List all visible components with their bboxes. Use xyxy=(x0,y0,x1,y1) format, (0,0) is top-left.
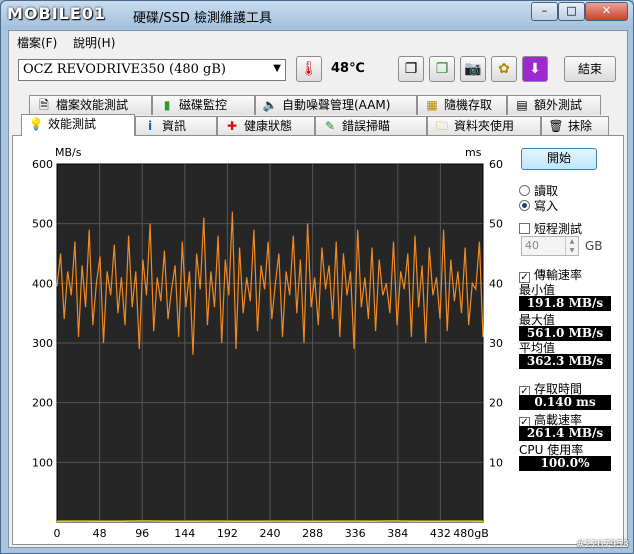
menu-file[interactable]: 檔案(F) xyxy=(17,34,57,51)
x-tick-label: 144 xyxy=(174,527,195,540)
app-window: MOBILE01 硬碟/SSD 檢測維護工具 – □ ✕ 檔案(F) 說明(H)… xyxy=(0,0,634,554)
y-right-tick-label: 50 xyxy=(489,218,503,231)
camera-icon[interactable]: 📷 xyxy=(460,56,486,82)
trash-icon: 🗑 xyxy=(548,119,564,133)
info-icon: i xyxy=(147,119,153,133)
start-button[interactable]: 開始 xyxy=(521,148,597,170)
tab-error-scan[interactable]: ✎ 錯誤掃瞄 xyxy=(315,116,427,136)
y-right-tick-label: 10 xyxy=(489,456,503,469)
exit-button[interactable]: 結束 xyxy=(564,56,616,82)
control-sidebar: 開始 讀取 寫入 短程測試 40 ▲ ▼ GB ✓ 傳輸速率 最小值 191.8 M… xyxy=(513,136,623,544)
y-left-tick-label: 200 xyxy=(32,397,53,410)
temperature-readout: 48℃ xyxy=(331,61,365,76)
watermark-text: #2207953 xyxy=(576,539,629,550)
write-radio-dot[interactable] xyxy=(519,200,530,211)
x-tick-label: 480gB xyxy=(453,527,489,540)
y-right-tick-label: 30 xyxy=(489,337,503,350)
write-radio[interactable]: 寫入 xyxy=(519,197,558,214)
tools-icon[interactable]: ✿ xyxy=(491,56,517,82)
burst-rate-value: 261.4 MB/s xyxy=(519,426,611,441)
chevron-down-icon: ▼ xyxy=(273,63,281,74)
left-axis-unit: MB/s xyxy=(55,146,82,159)
x-tick-label: 288 xyxy=(302,527,323,540)
tab-erase[interactable]: 🗑 抹除 xyxy=(541,116,609,136)
menu-help[interactable]: 說明(H) xyxy=(73,34,115,51)
tab-aam[interactable]: 🔈 自動噪聲管理(AAM) xyxy=(255,95,417,115)
min-value: 191.8 MB/s xyxy=(519,296,611,311)
menu-bar: 檔案(F) 說明(H) xyxy=(9,31,627,51)
short-test-checkbox[interactable]: 短程測試 xyxy=(519,220,582,237)
short-test-box[interactable] xyxy=(519,223,530,234)
size-spinner-value: 40 xyxy=(525,239,539,252)
tab-disk-monitor[interactable]: ▮ 磁碟監控 xyxy=(152,95,255,115)
bulb-icon: 💡 xyxy=(28,117,44,131)
tab-file-benchmark[interactable]: 🗎 檔案效能測試 xyxy=(29,95,152,115)
download-icon[interactable]: ⬇ xyxy=(522,56,548,82)
folder-icon: 🗀 xyxy=(435,119,448,133)
y-left-tick-label: 100 xyxy=(32,456,53,469)
y-left-tick-label: 300 xyxy=(32,337,53,350)
x-tick-label: 336 xyxy=(345,527,366,540)
y-right-tick-label: 40 xyxy=(489,277,503,290)
tab-benchmark[interactable]: 💡 效能測試 xyxy=(21,114,135,136)
maximize-button[interactable]: □ xyxy=(558,2,585,21)
title-bar[interactable]: MOBILE01 硬碟/SSD 檢測維護工具 – □ ✕ xyxy=(1,1,633,29)
drive-select-value: OCZ REVODRIVE350 (480 gB) xyxy=(23,62,226,77)
disk-monitor-icon: ▮ xyxy=(163,98,171,112)
right-axis-unit: ms xyxy=(465,146,482,159)
error-scan-icon: ✎ xyxy=(324,119,336,133)
app-logo: MOBILE01 xyxy=(7,4,107,23)
extra-tests-icon: ▤ xyxy=(516,98,528,112)
cpu-value: 100.0% xyxy=(519,456,611,471)
window-title: 硬碟/SSD 檢測維護工具 xyxy=(133,11,273,26)
x-tick-label: 0 xyxy=(54,527,61,540)
health-cross-icon: ✚ xyxy=(226,119,238,133)
speaker-icon: 🔈 xyxy=(262,98,278,112)
minimize-button[interactable]: – xyxy=(531,2,558,21)
access-time-value: 0.140 ms xyxy=(519,395,611,410)
close-button[interactable]: ✕ xyxy=(585,2,628,21)
x-tick-label: 48 xyxy=(93,527,107,540)
toolbar: OCZ REVODRIVE350 (480 gB) ▼ 🌡 48℃ ❐ ❐ 📷 … xyxy=(9,53,627,91)
x-tick-label: 96 xyxy=(135,527,149,540)
y-left-tick-label: 500 xyxy=(32,218,53,231)
x-tick-label: 384 xyxy=(387,527,408,540)
chart-svg: MB/s ms 600 60500 50400 40300 30200 20100 100 4… xyxy=(32,146,503,540)
tab-health[interactable]: ✚ 健康狀態 xyxy=(217,116,315,136)
random-access-icon: ▦ xyxy=(426,98,438,112)
copy-image-icon[interactable]: ❐ xyxy=(429,56,455,82)
thermometer-icon[interactable]: 🌡 xyxy=(296,56,322,82)
y-right-tick-label: 60 xyxy=(489,158,503,171)
copy-text-icon[interactable]: ❐ xyxy=(398,56,424,82)
y-right-tick-label: 20 xyxy=(489,397,503,410)
y-left-tick-label: 600 xyxy=(32,158,53,171)
x-tick-label: 240 xyxy=(260,527,281,540)
benchmark-chart: MB/s ms 600 60 500 50 400 40 300 30 200 20 100 10 0 4… xyxy=(13,136,503,544)
read-radio-dot[interactable] xyxy=(519,185,530,196)
benchmark-panel: MB/s ms 600 60 500 50 400 40 300 30 200 20 100 10 0 4… xyxy=(12,135,624,545)
avg-value: 362.3 MB/s xyxy=(519,354,611,369)
y-left-tick-label: 400 xyxy=(32,277,53,290)
tab-extra-tests[interactable]: ▤ 額外測試 xyxy=(507,95,601,115)
x-tick-label: 432 xyxy=(430,527,451,540)
file-benchmark-icon: 🗎 xyxy=(39,98,49,112)
x-tick-label: 192 xyxy=(217,527,238,540)
tab-folder-usage[interactable]: 🗀 資料夾使用 xyxy=(427,116,541,136)
drive-select[interactable]: OCZ REVODRIVE350 (480 gB) ▼ xyxy=(18,59,286,81)
tab-random-access[interactable]: ▦ 隨機存取 xyxy=(417,95,507,115)
client-area: 檔案(F) 說明(H) OCZ REVODRIVE350 (480 gB) ▼ … xyxy=(8,30,628,548)
spinner-arrows-icon[interactable]: ▲ ▼ xyxy=(565,237,578,255)
size-spinner[interactable]: 40 ▲ ▼ xyxy=(521,236,579,256)
size-unit: GB xyxy=(585,239,603,253)
tab-info[interactable]: i 資訊 xyxy=(135,116,217,136)
